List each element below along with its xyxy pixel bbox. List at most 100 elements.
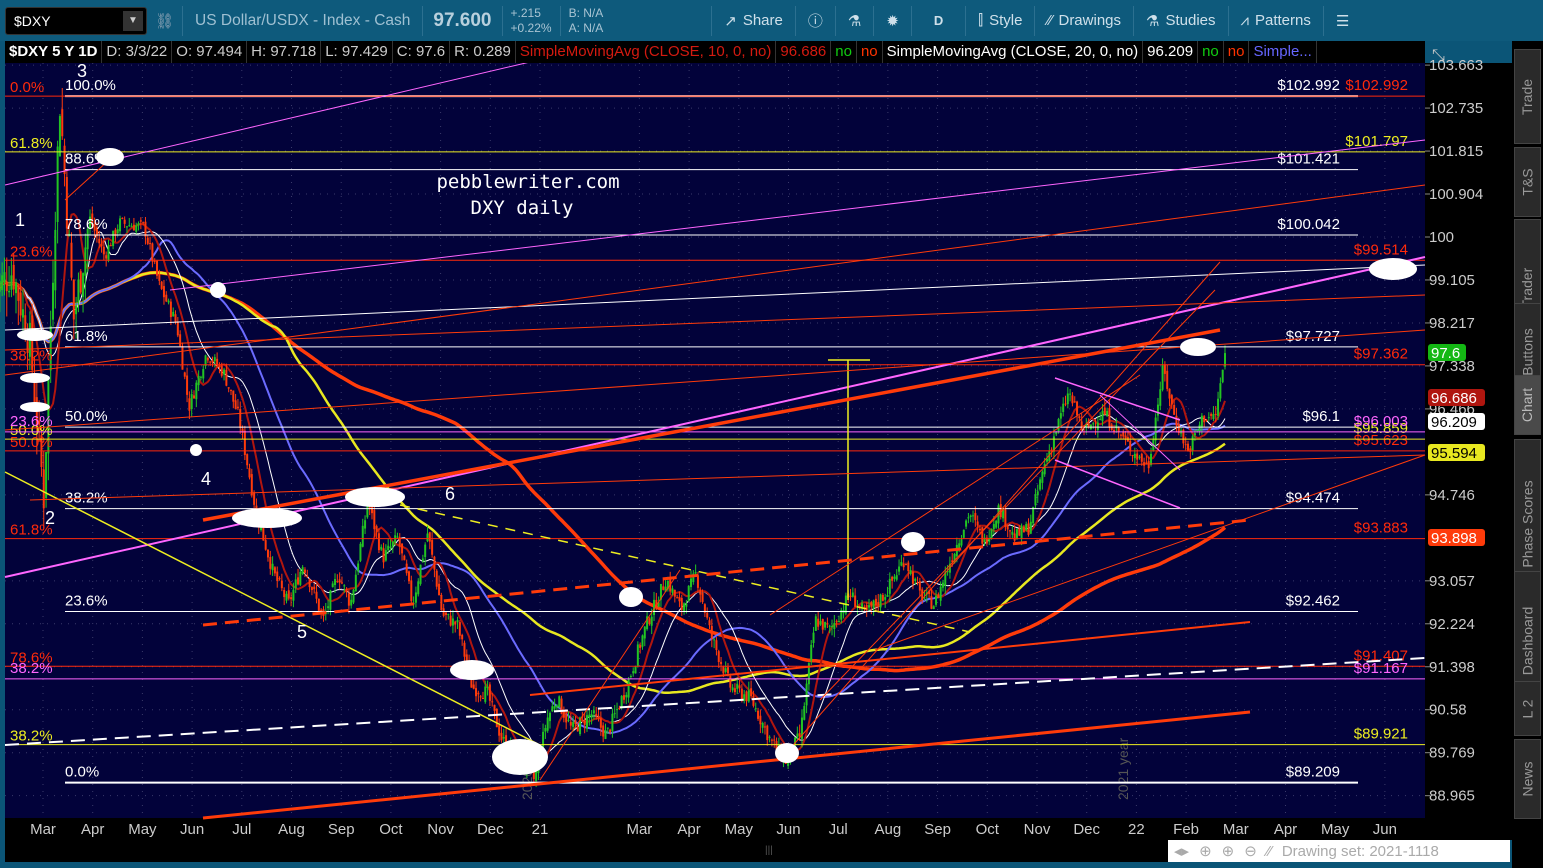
x-tick-label: Jun bbox=[1373, 821, 1397, 838]
candle bbox=[1221, 369, 1224, 384]
price-chart[interactable]: 103.663102.735101.815100.90410099.10598.… bbox=[0, 0, 1512, 868]
candle-body bbox=[428, 532, 431, 542]
fib-price-label: $96.1 bbox=[1302, 408, 1340, 425]
candle-body bbox=[740, 688, 743, 700]
candle-body bbox=[301, 567, 304, 574]
y-tick-label: 98.217 bbox=[1429, 315, 1475, 332]
candle-body bbox=[243, 430, 246, 456]
candle-body bbox=[308, 579, 311, 588]
candle-body bbox=[1034, 494, 1037, 506]
tab-l-2[interactable]: L 2 bbox=[1514, 681, 1541, 736]
candle-body bbox=[456, 620, 459, 623]
candle bbox=[0, 273, 1, 313]
y-tick-label: 102.735 bbox=[1429, 100, 1483, 117]
x-tick-label: May bbox=[725, 821, 754, 838]
candle-body bbox=[3, 272, 6, 283]
candle-body bbox=[354, 574, 357, 592]
candle-body bbox=[1163, 364, 1166, 374]
x-tick-label: Mar bbox=[30, 821, 56, 838]
candle-body bbox=[995, 520, 998, 528]
tab-news[interactable]: News bbox=[1514, 739, 1541, 819]
bar-date: D: 3/3/22 bbox=[102, 41, 173, 63]
candle-body bbox=[21, 309, 24, 318]
candle-body bbox=[701, 592, 704, 602]
fib-price-label: $100.042 bbox=[1277, 216, 1340, 233]
candle-body bbox=[962, 529, 965, 538]
zoom-in-icon[interactable]: ⊕ bbox=[1222, 842, 1235, 860]
candle-body bbox=[731, 687, 734, 691]
candle-body bbox=[757, 710, 760, 719]
candle-body bbox=[604, 730, 607, 739]
candle-body bbox=[715, 640, 718, 651]
candle-body bbox=[5, 281, 8, 292]
candle-body bbox=[75, 305, 78, 315]
candle bbox=[636, 641, 639, 668]
candle-body bbox=[1015, 529, 1018, 539]
candle-body bbox=[72, 279, 75, 320]
candle-body bbox=[491, 701, 494, 703]
candle bbox=[495, 708, 498, 728]
crosshair-icon[interactable]: ⊕ bbox=[1199, 842, 1212, 860]
tab-t-s[interactable]: T&S bbox=[1514, 147, 1541, 217]
sma10-legend[interactable]: SimpleMovingAvg (CLOSE, 10, 0, no) bbox=[516, 41, 777, 63]
candle-body bbox=[851, 592, 854, 597]
x-tick-label: Feb bbox=[1173, 821, 1199, 838]
candle-body bbox=[720, 661, 723, 665]
candle-body bbox=[42, 469, 45, 509]
candle-body bbox=[969, 515, 972, 517]
candle-body bbox=[431, 540, 434, 555]
scroll-grip-icon[interactable]: ||| bbox=[765, 845, 773, 856]
x-tick-label: Oct bbox=[976, 821, 1000, 838]
candle-body bbox=[112, 230, 115, 247]
candle-body bbox=[162, 286, 165, 298]
drawing-set-label[interactable]: Drawing set: 2021-1118 bbox=[1282, 843, 1439, 860]
candle-body bbox=[317, 598, 320, 611]
candle-body bbox=[484, 686, 487, 702]
candle-body bbox=[835, 620, 838, 623]
candle-body bbox=[745, 691, 748, 702]
candle-body bbox=[916, 582, 919, 584]
candle-body bbox=[1124, 435, 1127, 439]
candle-body bbox=[914, 578, 917, 581]
candle-body bbox=[98, 238, 101, 244]
candle-body bbox=[156, 260, 159, 276]
sma10-value: 96.686 bbox=[776, 41, 832, 63]
y-tick-label: 100.904 bbox=[1429, 186, 1483, 203]
tab-trade[interactable]: Trade bbox=[1514, 49, 1541, 144]
candle-body bbox=[576, 726, 579, 732]
candle-body bbox=[729, 676, 732, 688]
candle-body bbox=[602, 725, 605, 737]
sma20-legend[interactable]: SimpleMovingAvg (CLOSE, 20, 0, no) bbox=[883, 41, 1144, 63]
tab-label: Chart bbox=[1519, 387, 1536, 423]
candle-body bbox=[373, 510, 376, 530]
candle-body bbox=[364, 520, 367, 529]
candle-body bbox=[211, 360, 214, 363]
candle-body bbox=[588, 714, 591, 718]
candle-body bbox=[0, 280, 1, 292]
candle-body bbox=[935, 595, 938, 605]
candle-body bbox=[803, 705, 806, 720]
candle-body bbox=[907, 562, 910, 572]
candle-body bbox=[738, 685, 741, 689]
candle-body bbox=[280, 580, 283, 589]
candle-body bbox=[990, 529, 993, 539]
zoom-out-icon[interactable]: ⊖ bbox=[1244, 842, 1257, 860]
fib-pct-label: 23.6% bbox=[65, 592, 108, 609]
candle-body bbox=[179, 334, 182, 347]
candle-body bbox=[763, 726, 766, 728]
candle-body bbox=[888, 578, 891, 594]
drawing-tool-icon[interactable]: ⁄⁄ bbox=[1267, 843, 1272, 860]
tab-chart[interactable]: Chart bbox=[1514, 375, 1541, 435]
candle-body bbox=[426, 533, 429, 542]
candle-body bbox=[636, 644, 639, 666]
candle-body bbox=[105, 255, 108, 259]
price-badge-label: 96.686 bbox=[1431, 390, 1477, 407]
candle-body bbox=[313, 586, 316, 590]
more-studies-legend[interactable]: Simple... bbox=[1249, 41, 1317, 63]
candle-body bbox=[941, 582, 944, 588]
pan-icon[interactable]: ◂▸ bbox=[1174, 842, 1189, 860]
candle-body bbox=[454, 621, 457, 625]
fib-price-label: $93.883 bbox=[1354, 520, 1408, 537]
candle-body bbox=[609, 729, 612, 733]
candle-body bbox=[854, 595, 857, 607]
